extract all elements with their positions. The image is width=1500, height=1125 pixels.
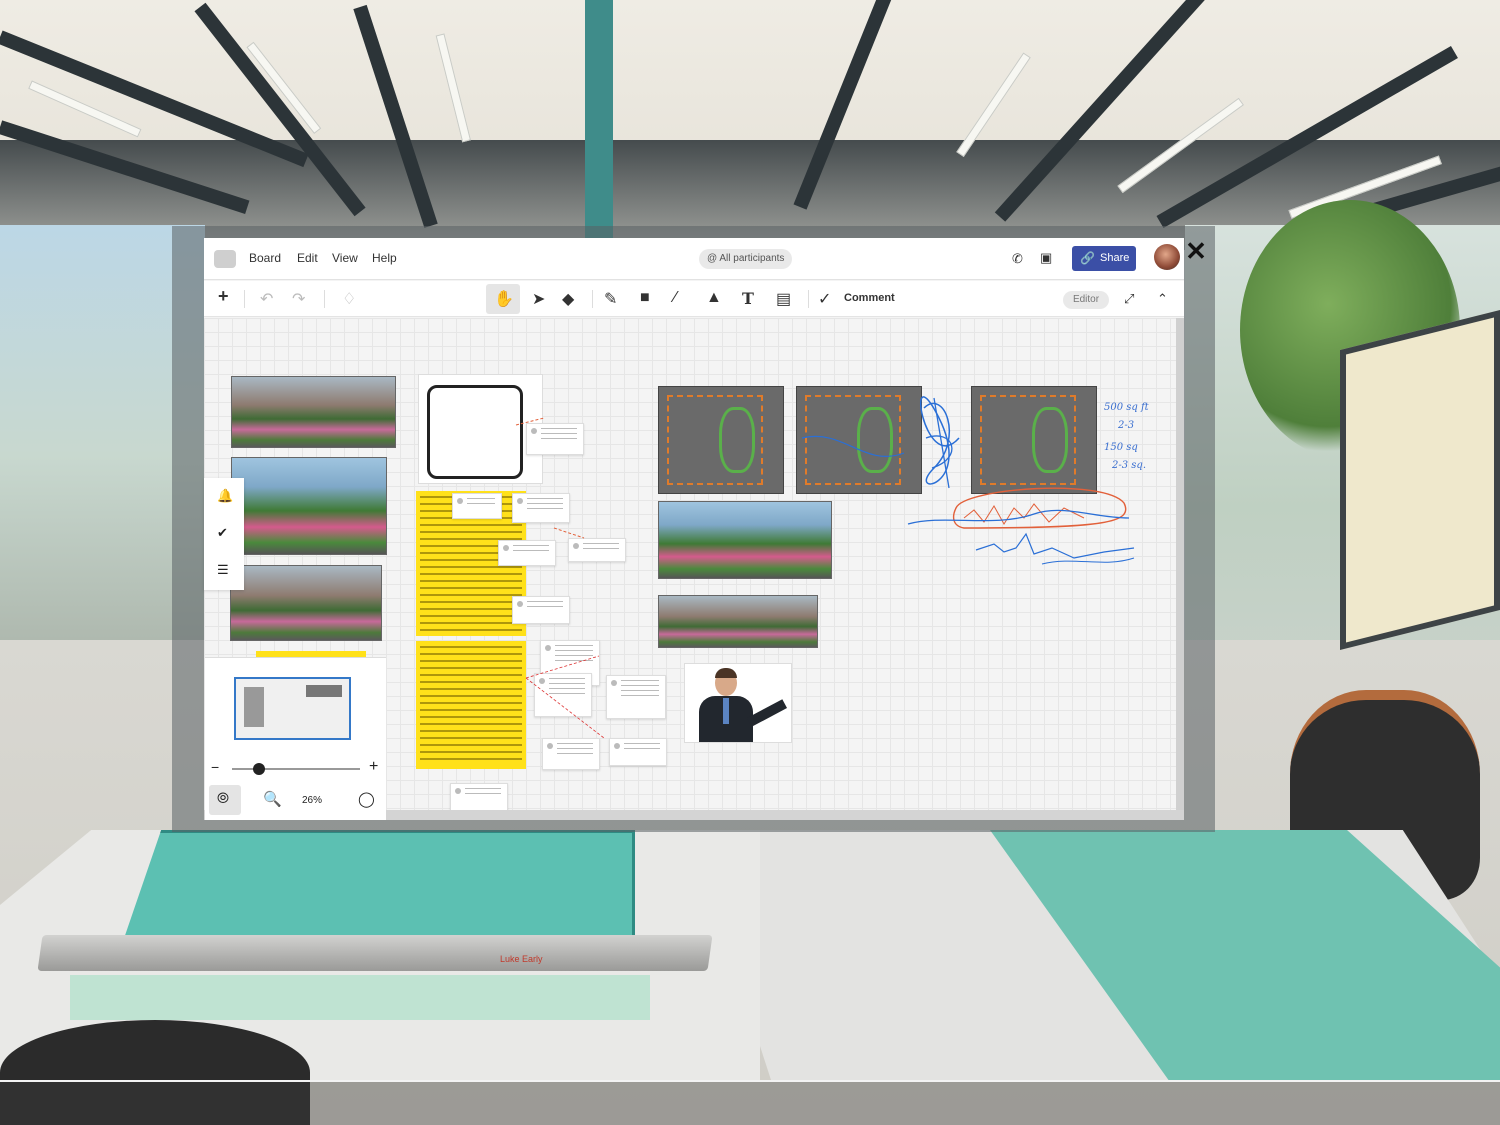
minimap-panel: − + ⦾ 🔍 26% ◯ (205, 657, 386, 820)
zoom-in-button[interactable]: + (369, 758, 378, 776)
menu-edit[interactable]: Edit (297, 251, 318, 265)
editor-badge: Editor (1063, 291, 1109, 309)
ink-line-blue (975, 532, 1135, 559)
menu-help[interactable]: Help (372, 251, 397, 265)
marker-icon[interactable]: ■ (640, 289, 650, 307)
comment-label[interactable]: Comment (844, 292, 895, 304)
ink-line-blue (1041, 557, 1135, 565)
zoom-slider-handle[interactable] (253, 763, 265, 775)
phone-icon[interactable]: ✆ (1012, 251, 1023, 267)
pinboard (1340, 310, 1500, 650)
menu-bar: Board Edit View Help @ All participants … (204, 238, 1184, 280)
desk-mat-pale (70, 975, 650, 1020)
handwritten-note: 150 sq (1104, 442, 1138, 453)
ink-scribble-blue (801, 435, 905, 458)
toolbar: + ↶ ↷ ♢ ✋ ➤ ◆ ✎ ■ ∕ ▲ T ▤ ✓ Comment Edit… (204, 281, 1184, 317)
teal-column (585, 0, 613, 240)
zoom-out-button[interactable]: − (211, 759, 219, 775)
plus-icon[interactable]: + (218, 286, 229, 307)
expand-icon[interactable]: ⤢ (1124, 291, 1134, 307)
ink-scribble-blue (919, 396, 960, 485)
close-icon[interactable]: ✕ (1184, 238, 1208, 264)
check-circle-icon[interactable]: ✔ (217, 525, 228, 541)
compass-icon: ⦾ (217, 790, 230, 807)
share-button-label: Share (1100, 252, 1130, 264)
avatar[interactable] (1154, 244, 1180, 270)
handwritten-note: 2-3 (1118, 420, 1135, 431)
toolbar-divider (592, 290, 593, 308)
desk-mat (120, 830, 635, 950)
toolbar-divider (324, 290, 325, 308)
eraser-icon[interactable]: ◆ (562, 289, 574, 309)
paint-roller-icon[interactable]: ♢ (342, 289, 356, 309)
text-icon[interactable]: T (742, 289, 754, 308)
side-rail: 🔔 ✔ ☰ (204, 478, 244, 590)
pen-icon[interactable]: ✎ (604, 289, 617, 309)
list-icon[interactable]: ☰ (217, 562, 229, 578)
vertical-scrollbar[interactable] (1176, 318, 1184, 810)
app-logo-icon (214, 250, 236, 268)
desk-name-label: Luke Early (500, 954, 543, 964)
ink-outline-orange (952, 487, 1127, 529)
minimap-viewport[interactable] (234, 677, 351, 740)
zoom-slider-track[interactable] (232, 768, 360, 770)
menu-view[interactable]: View (332, 251, 358, 265)
connector-arrow (525, 655, 605, 739)
sticky-note-icon[interactable]: ▤ (776, 289, 791, 309)
share-button[interactable]: 🔗 Share (1072, 246, 1136, 271)
toolbar-divider (808, 290, 809, 308)
redo-icon[interactable]: ↷ (292, 289, 305, 309)
zoom-icon[interactable]: 🔍 (263, 790, 282, 808)
comment-icon[interactable]: ✓ (818, 289, 831, 309)
link-icon: 🔗 (1080, 251, 1095, 265)
handwritten-note: 500 sq ft (1104, 402, 1149, 413)
bottom-bar (0, 1080, 1500, 1125)
mouse-icon[interactable]: ◯ (358, 790, 375, 808)
chevron-up-icon[interactable]: ⌃ (1157, 291, 1168, 307)
cursor-icon[interactable]: ➤ (532, 289, 545, 309)
video-icon[interactable]: ▣ (1040, 250, 1052, 266)
shapes-icon[interactable]: ▲ (706, 289, 722, 307)
hand-icon[interactable]: ✋ (494, 289, 514, 309)
menu-board[interactable]: Board (249, 251, 281, 265)
undo-icon[interactable]: ↶ (260, 289, 273, 309)
bell-icon[interactable]: 🔔 (217, 488, 233, 504)
toolbar-divider (244, 290, 245, 308)
participants-chip[interactable]: @ All participants (699, 249, 793, 269)
line-icon[interactable]: ∕ (674, 289, 677, 307)
zoom-percent[interactable]: 26% (302, 795, 322, 806)
ruler (37, 935, 713, 971)
connector-arrow (515, 417, 585, 539)
handwritten-note: 2-3 sq. (1112, 460, 1146, 471)
